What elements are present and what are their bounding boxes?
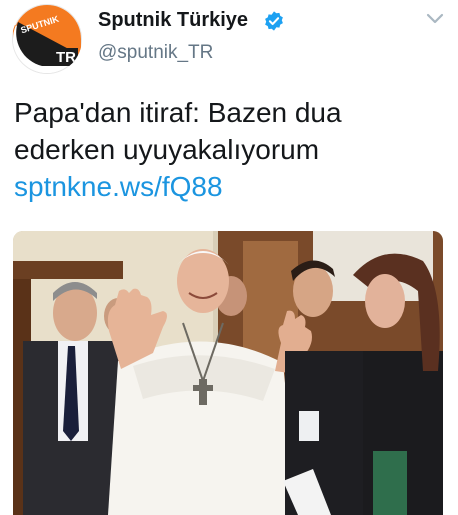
- display-name[interactable]: Sputnik Türkiye: [98, 9, 248, 32]
- tweet-text-line-1: Papa'dan itiraf: Bazen dua: [14, 97, 342, 128]
- tweet-photo[interactable]: [13, 231, 443, 515]
- sputnik-logo-icon: SPUTNIK TR: [13, 5, 81, 73]
- tweet-text: Papa'dan itiraf: Bazen dua ederken uyuya…: [14, 94, 444, 205]
- account-avatar[interactable]: SPUTNIK TR: [12, 4, 82, 74]
- tweet-card: SPUTNIK TR Sputnik Türkiye @sputnik_TR P…: [0, 0, 458, 515]
- verified-badge-icon: [265, 11, 283, 31]
- tweet-link[interactable]: sptnkne.ws/fQ88: [14, 168, 444, 205]
- avatar-badge-text: TR: [56, 49, 76, 66]
- photo-illustration: [13, 231, 443, 515]
- account-handle[interactable]: @sputnik_TR: [98, 42, 213, 64]
- tweet-text-line-2: ederken uyuyakalıyorum: [14, 134, 320, 165]
- chevron-down-icon[interactable]: [426, 12, 444, 26]
